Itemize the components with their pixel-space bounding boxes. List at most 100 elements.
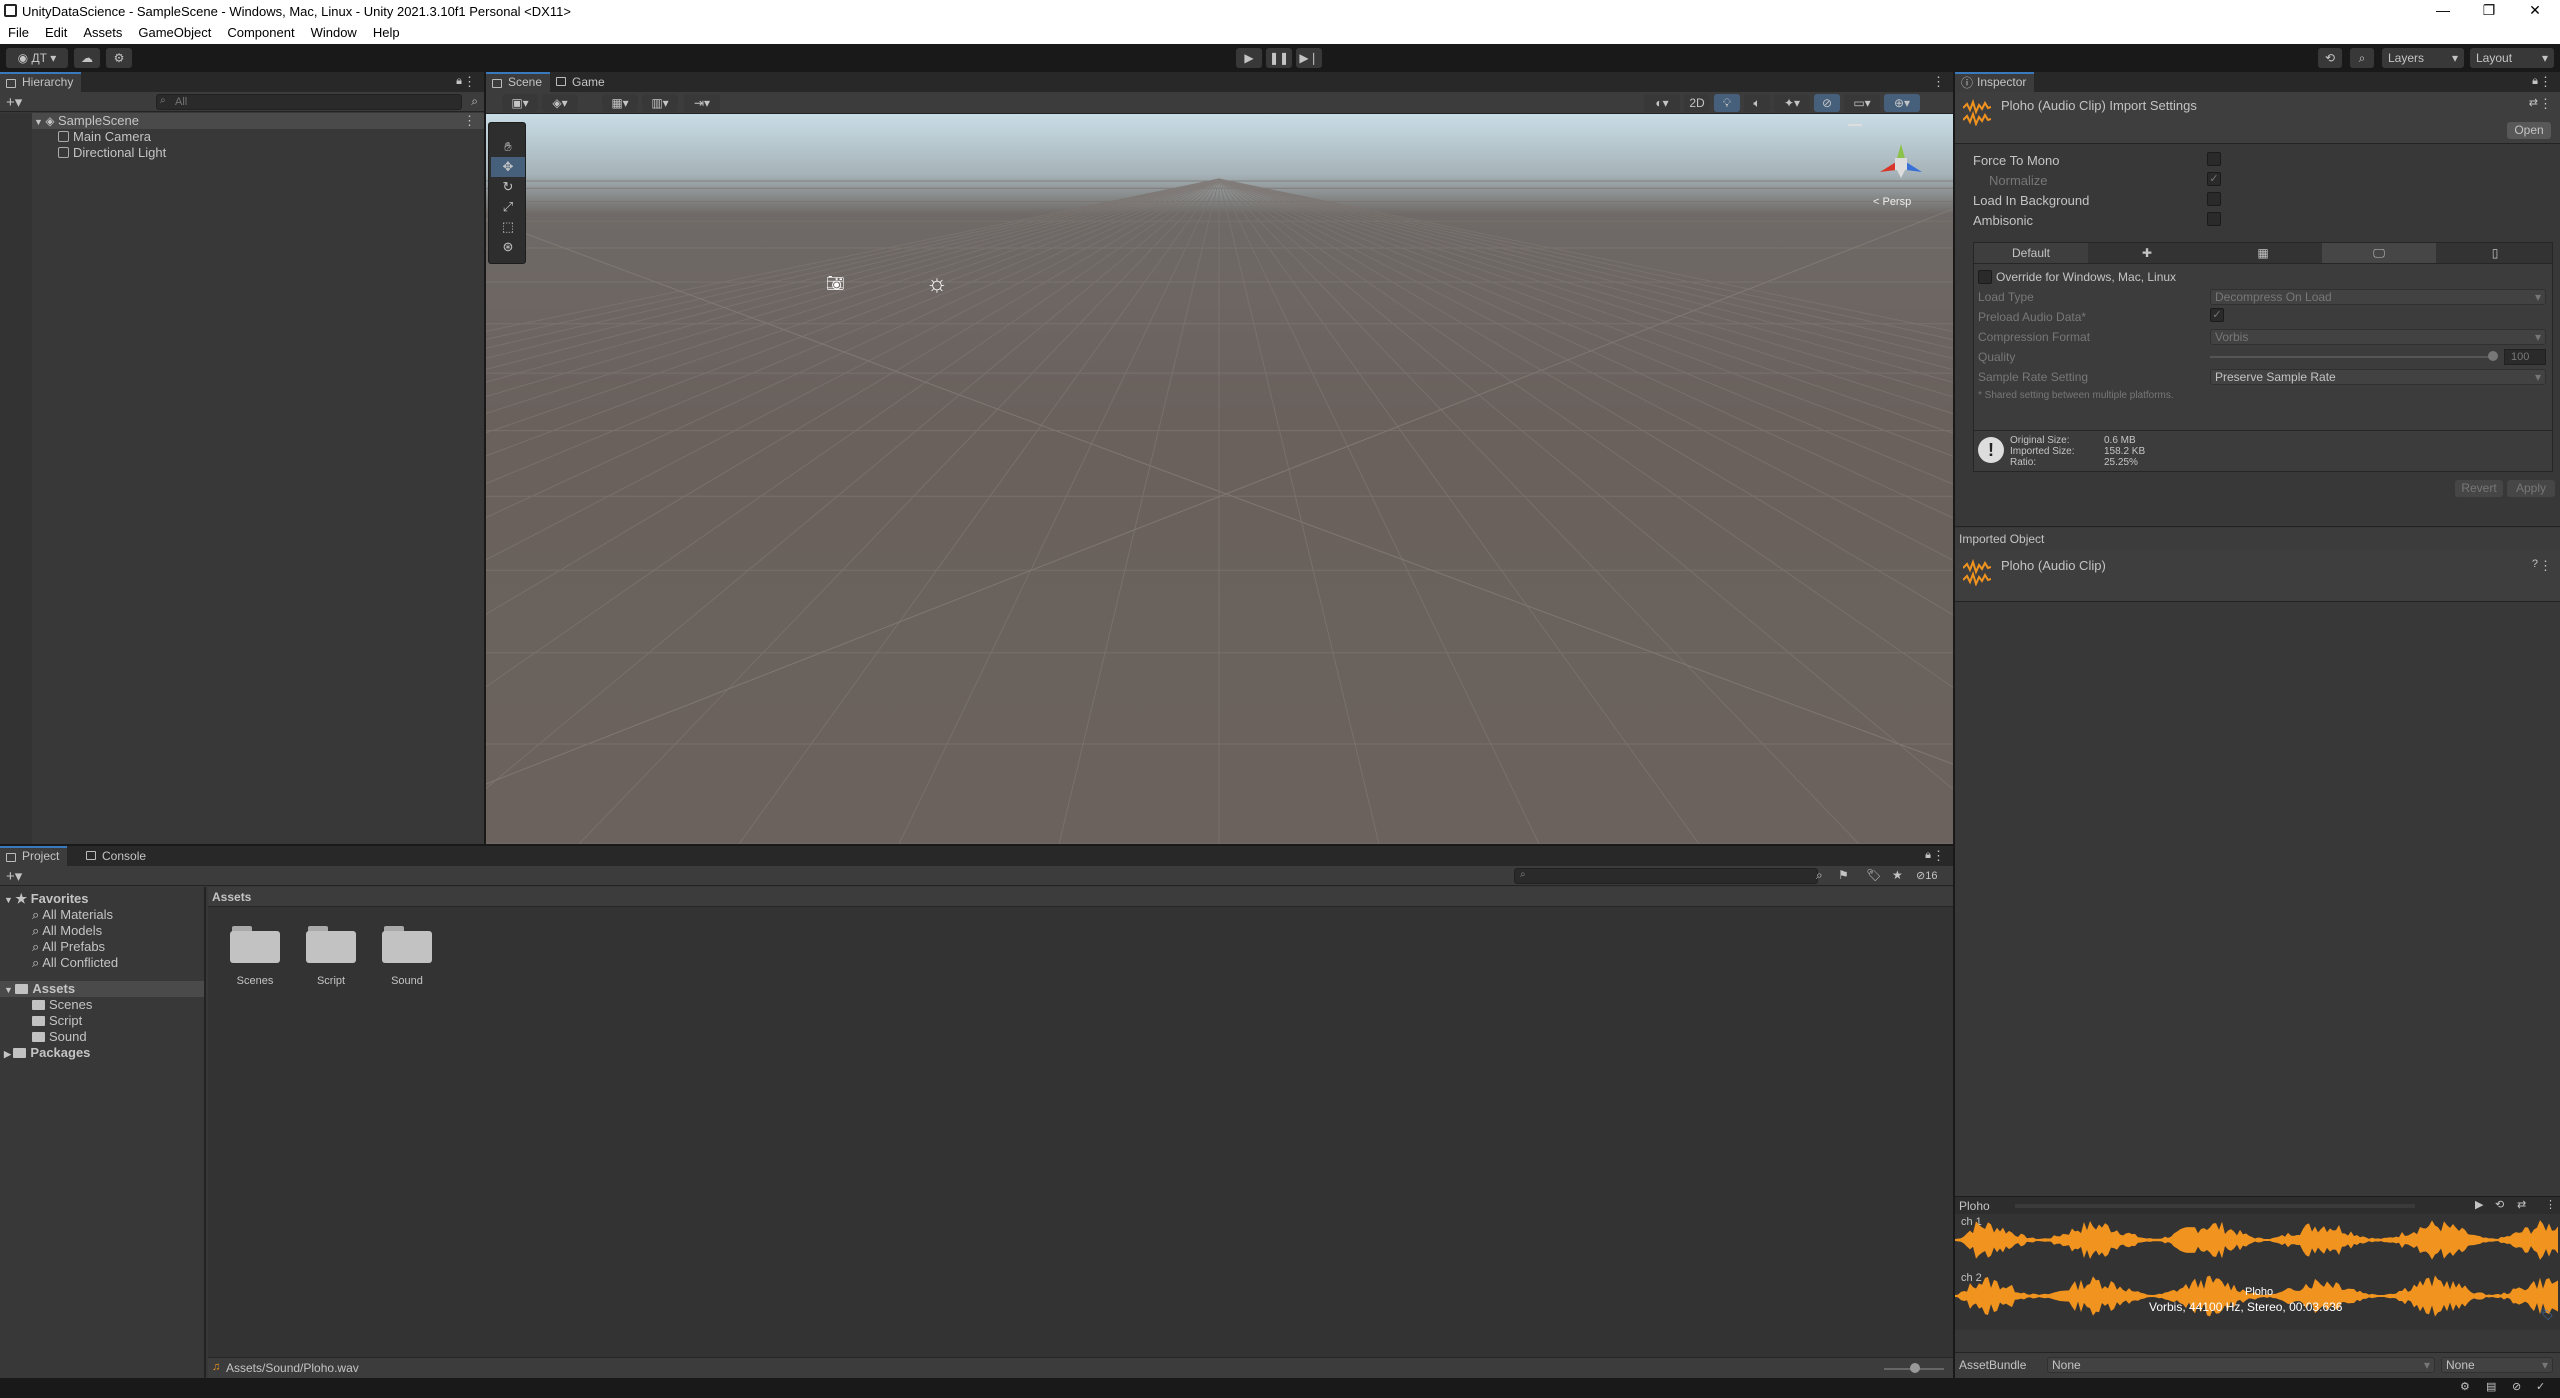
search-icon[interactable]: ⌕ bbox=[2350, 48, 2374, 68]
lock-icon[interactable]: 🔒︎ bbox=[1925, 849, 1931, 862]
preset-icon[interactable]: ⇄ bbox=[2529, 96, 2538, 109]
gizmo-orientation-dropdown[interactable]: ◈▾ bbox=[542, 94, 578, 112]
account-dropdown[interactable]: ◉ ДТ ▾ bbox=[6, 48, 68, 68]
icon-size-slider-handle[interactable] bbox=[1910, 1363, 1920, 1373]
tab-scene[interactable]: Scene bbox=[486, 72, 551, 92]
scene-row[interactable]: ▼ ◈ SampleScene ⋮ bbox=[32, 113, 484, 129]
platform-tab-android[interactable]: ✚ bbox=[2090, 243, 2204, 263]
favorite-item[interactable]: ⌕ All Materials bbox=[32, 907, 113, 923]
hierarchy-item-directional-light[interactable]: Directional Light bbox=[58, 145, 166, 161]
platform-tab-ios[interactable]: ▯ bbox=[2438, 243, 2552, 263]
tab-project[interactable]: Project bbox=[0, 846, 68, 866]
assets-folder-script[interactable]: Script bbox=[32, 1013, 82, 1029]
maximize-button[interactable]: ❐ bbox=[2466, 0, 2512, 22]
kebab-menu-icon[interactable]: ⋮ bbox=[2539, 74, 2552, 90]
assetbundle-variant-dropdown[interactable]: None bbox=[2441, 1357, 2553, 1373]
layers-dropdown[interactable]: Layers ▾ bbox=[2382, 48, 2464, 68]
assets-folder-sound[interactable]: Sound bbox=[32, 1029, 87, 1045]
ambisonic-checkbox[interactable] bbox=[2207, 212, 2221, 226]
platform-tab-default[interactable]: Default bbox=[1974, 243, 2088, 263]
menu-help[interactable]: Help bbox=[365, 22, 408, 40]
grid-snapping-dropdown[interactable]: ▦▾ bbox=[602, 94, 638, 112]
audio-toggle-icon[interactable]: 🔈︎ bbox=[1744, 94, 1770, 112]
favorite-item[interactable]: ⌕ All Prefabs bbox=[32, 939, 105, 955]
menu-file[interactable]: File bbox=[0, 22, 37, 40]
gizmo-menu-icon[interactable] bbox=[1848, 124, 1862, 126]
help-icon[interactable]: ? bbox=[2532, 558, 2538, 570]
lock-icon[interactable]: 🔒︎ bbox=[456, 75, 462, 88]
checkmark-icon[interactable]: ✓ bbox=[2536, 1380, 2545, 1393]
kebab-menu-icon[interactable]: ⋮ bbox=[2539, 558, 2552, 574]
assets-folder-scenes[interactable]: Scenes bbox=[32, 997, 92, 1013]
menu-assets[interactable]: Assets bbox=[75, 22, 130, 40]
history-icon[interactable]: ⟲ bbox=[2318, 48, 2342, 68]
menu-component[interactable]: Component bbox=[219, 22, 302, 40]
shading-mode-dropdown[interactable]: ◐▾ bbox=[1644, 94, 1680, 112]
close-button[interactable]: ✕ bbox=[2512, 0, 2558, 22]
force-to-mono-checkbox[interactable] bbox=[2207, 152, 2221, 166]
menu-gameobject[interactable]: GameObject bbox=[130, 22, 219, 40]
incremental-snap-dropdown[interactable]: ⇥▾ bbox=[684, 94, 720, 112]
tab-hierarchy[interactable]: Hierarchy bbox=[0, 72, 82, 92]
breadcrumb[interactable]: Assets bbox=[212, 890, 251, 904]
menu-window[interactable]: Window bbox=[303, 22, 365, 40]
camera-gizmo-icon[interactable]: 📷︎ bbox=[826, 274, 845, 292]
assets-root[interactable]: ▼ Assets bbox=[0, 981, 204, 997]
menu-edit[interactable]: Edit bbox=[37, 22, 75, 40]
tab-console[interactable]: Console bbox=[80, 846, 154, 866]
favorite-item[interactable]: ⌕ All Models bbox=[32, 923, 102, 939]
project-search-input[interactable] bbox=[1514, 868, 1818, 884]
cloud-icon[interactable]: ☁ bbox=[74, 48, 100, 68]
override-checkbox[interactable] bbox=[1978, 270, 1992, 284]
kebab-menu-icon[interactable]: ⋮ bbox=[1932, 74, 1945, 90]
move-tool-icon[interactable]: ✥ bbox=[491, 157, 525, 177]
tag-icon[interactable]: 🏷︎ bbox=[1866, 868, 1881, 882]
gizmos-dropdown[interactable]: ⊕▾ bbox=[1884, 94, 1920, 112]
sample-rate-dropdown[interactable]: Preserve Sample Rate bbox=[2210, 369, 2546, 385]
transform-tool-icon[interactable]: ⊛ bbox=[491, 237, 525, 257]
hidden-packages-toggle[interactable]: ⊘16 bbox=[1916, 869, 1937, 882]
lock-icon[interactable]: 🔒︎ bbox=[2532, 75, 2538, 88]
grid-folder-scenes[interactable] bbox=[230, 925, 280, 963]
toggle-2d-button[interactable]: 2D bbox=[1684, 94, 1710, 112]
camera-settings-dropdown[interactable]: ▭▾ bbox=[1844, 94, 1880, 112]
tab-inspector[interactable]: ⓘ Inspector bbox=[1955, 72, 2035, 92]
play-button[interactable]: ▶ bbox=[1236, 48, 1262, 68]
search-by-label-icon[interactable]: ⚑ bbox=[1838, 868, 1849, 882]
collab-icon[interactable]: ⚙ bbox=[106, 48, 132, 68]
scene-search-icon[interactable]: ⌕ bbox=[471, 94, 478, 109]
add-button[interactable]: +▾ bbox=[6, 867, 22, 885]
kebab-menu-icon[interactable]: ⋮ bbox=[1932, 848, 1945, 864]
lighting-toggle-icon[interactable]: 💡︎ bbox=[1714, 94, 1740, 112]
kebab-menu-icon[interactable]: ⋮ bbox=[463, 74, 476, 90]
rotate-tool-icon[interactable]: ↻ bbox=[491, 177, 525, 197]
assetbundle-dropdown[interactable]: None bbox=[2047, 1357, 2435, 1373]
cache-server-icon[interactable]: ⊘ bbox=[2512, 1380, 2521, 1393]
platform-tab-standalone[interactable]: 🖵︎ bbox=[2322, 243, 2436, 263]
hand-tool-icon[interactable]: ✋︎ bbox=[491, 137, 525, 157]
revert-button[interactable]: Revert bbox=[2455, 480, 2503, 497]
scene-viewport[interactable]: 📷︎ ☼ < Persp bbox=[486, 114, 1953, 844]
favorite-item[interactable]: ⌕ All Conflicted bbox=[32, 955, 118, 971]
progress-icon[interactable]: ▤ bbox=[2486, 1380, 2496, 1393]
persp-label[interactable]: < Persp bbox=[1873, 196, 1911, 208]
loop-icon[interactable]: ⇄ bbox=[2517, 1198, 2526, 1211]
open-button[interactable]: Open bbox=[2507, 122, 2551, 139]
kebab-menu-icon[interactable]: ⋮ bbox=[2539, 96, 2552, 112]
light-gizmo-icon[interactable]: ☼ bbox=[926, 270, 948, 298]
draw-mode-dropdown[interactable]: ▣▾ bbox=[502, 94, 538, 112]
grid-folder-script[interactable] bbox=[306, 925, 356, 963]
minimize-button[interactable]: — bbox=[2420, 0, 2466, 22]
scene-menu-icon[interactable]: ⋮ bbox=[463, 113, 476, 129]
bug-icon[interactable]: ⚙ bbox=[2460, 1380, 2470, 1393]
pause-button[interactable]: ❚❚ bbox=[1266, 48, 1292, 68]
label-icon[interactable]: 🏷︎ bbox=[2540, 1308, 2554, 1321]
preview-drag-handle[interactable] bbox=[2015, 1204, 2415, 1208]
load-in-background-checkbox[interactable] bbox=[2207, 192, 2221, 206]
auto-play-icon[interactable]: ⟲ bbox=[2495, 1198, 2504, 1211]
rect-tool-icon[interactable]: ⬚ bbox=[491, 217, 525, 237]
search-by-type-icon[interactable]: ⌕ bbox=[1816, 868, 1823, 883]
hierarchy-search-input[interactable] bbox=[156, 94, 462, 110]
apply-button[interactable]: Apply bbox=[2507, 480, 2555, 497]
effects-dropdown[interactable]: ✦▾ bbox=[1774, 94, 1810, 112]
